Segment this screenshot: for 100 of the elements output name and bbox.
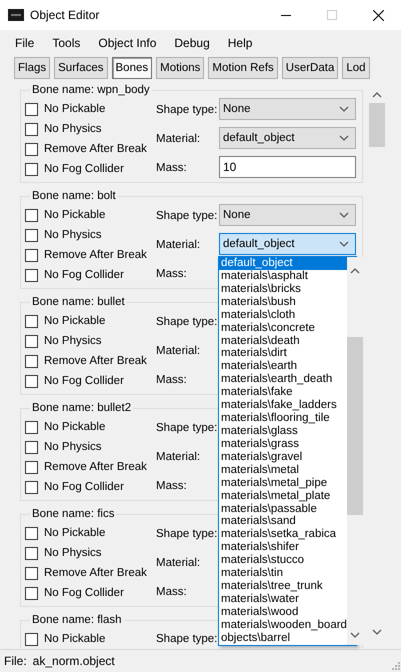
tab[interactable]: Lod: [342, 57, 370, 79]
list-option[interactable]: materials\wood: [219, 606, 347, 619]
chevron-down-icon: [339, 241, 349, 247]
list-option[interactable]: materials\tree_trunk: [219, 580, 347, 593]
tab[interactable]: UserData: [282, 57, 338, 79]
field-label: Shape type:: [156, 210, 218, 222]
list-option[interactable]: materials\cloth: [219, 308, 347, 322]
checkbox[interactable]: [25, 314, 38, 328]
list-option[interactable]: materials\sand: [219, 515, 347, 528]
list-option[interactable]: materials\wooden_board: [219, 618, 347, 632]
list-option[interactable]: materials\fake_ladders: [219, 399, 347, 412]
list-option[interactable]: materials\fake: [219, 386, 347, 400]
checkbox[interactable]: [25, 526, 38, 540]
checkbox[interactable]: [25, 228, 38, 242]
list-option[interactable]: materials\metal: [219, 464, 347, 477]
checkbox[interactable]: [25, 354, 38, 368]
list-option[interactable]: materials\metal_plate: [219, 490, 347, 503]
checkbox[interactable]: [25, 546, 38, 560]
status-value: ak_norm.object: [32, 654, 115, 668]
checkbox[interactable]: [25, 440, 38, 454]
list-option[interactable]: materials\shifer: [219, 541, 347, 554]
menu-item[interactable]: File: [8, 36, 42, 50]
list-option[interactable]: materials\bricks: [219, 282, 347, 296]
list-option[interactable]: materials\bush: [219, 296, 347, 309]
field-label: Shape type:: [156, 633, 218, 645]
tab[interactable]: Motions: [156, 57, 204, 79]
checkbox-label: No Pickable: [44, 633, 106, 645]
checkbox[interactable]: [25, 420, 38, 434]
list-option[interactable]: materials\asphalt: [219, 270, 347, 283]
checkbox[interactable]: [25, 268, 38, 282]
chevron-down-icon: [339, 135, 349, 141]
checkbox-label: No Physics: [44, 547, 102, 559]
scroll-down-icon: [372, 629, 382, 635]
list-option[interactable]: materials\gravel: [219, 450, 347, 464]
checkbox-label: No Pickable: [44, 527, 106, 539]
list-option[interactable]: materials\grass: [219, 438, 347, 451]
checkbox[interactable]: [25, 334, 38, 348]
menu-item[interactable]: Tools: [45, 36, 88, 50]
checkbox-label: No Pickable: [44, 209, 106, 221]
app-icon: [8, 9, 24, 21]
checkbox-label: No Fog Collider: [44, 269, 124, 281]
tab[interactable]: Surfaces: [54, 57, 108, 79]
checkbox[interactable]: [25, 566, 38, 580]
list-option[interactable]: materials\tin: [219, 567, 347, 580]
list-option[interactable]: materials\death: [219, 334, 347, 348]
checkbox-label: No Fog Collider: [44, 481, 124, 493]
list-option[interactable]: materials\dirt: [219, 347, 347, 360]
field-label: Mass:: [156, 374, 188, 386]
list-option[interactable]: default_object: [219, 257, 347, 270]
list-scrollbar[interactable]: [346, 257, 363, 645]
list-option[interactable]: materials\water: [219, 592, 347, 606]
checkbox[interactable]: [25, 102, 38, 116]
checkbox[interactable]: [25, 460, 38, 474]
checkbox[interactable]: [25, 142, 38, 156]
tab[interactable]: Motion Refs: [208, 57, 278, 79]
list-option[interactable]: objects\barrel: [219, 632, 347, 645]
list-option[interactable]: materials\concrete: [219, 322, 347, 335]
checkbox[interactable]: [25, 248, 38, 262]
window-title: Object Editor: [30, 8, 100, 22]
tab[interactable]: Flags: [14, 57, 50, 79]
checkbox[interactable]: [25, 586, 38, 600]
field-label: Shape type:: [156, 422, 218, 434]
checkbox[interactable]: [25, 480, 38, 494]
scroll-down-icon: [350, 632, 360, 638]
field-label: Material:: [156, 132, 202, 144]
checkbox-label: Remove After Break: [44, 567, 147, 579]
scroll-up-icon: [372, 92, 382, 98]
list-option[interactable]: materials\flooring_tile: [219, 412, 347, 425]
menu-item[interactable]: Help: [220, 36, 260, 50]
field-label: Shape type:: [156, 104, 218, 116]
dropdown-field[interactable]: default_object: [219, 233, 356, 255]
checkbox-label: No Fog Collider: [44, 375, 124, 387]
close-icon[interactable]: [372, 10, 384, 20]
field-label: Material:: [156, 556, 202, 568]
menu-item[interactable]: Debug: [167, 36, 217, 50]
dropdown-field[interactable]: None: [219, 204, 356, 226]
checkbox-label: No Physics: [44, 229, 102, 241]
checkbox[interactable]: [25, 208, 38, 222]
list-option[interactable]: materials\earth: [219, 360, 347, 374]
checkbox[interactable]: [25, 632, 38, 646]
field-label: Mass:: [156, 480, 188, 492]
size-grip-icon[interactable]: [392, 662, 400, 670]
checkbox-label: No Pickable: [44, 315, 106, 327]
scroll-thumb[interactable]: [369, 103, 385, 147]
list-option[interactable]: materials\stucco: [219, 554, 347, 568]
input-field[interactable]: 10: [219, 156, 356, 178]
menu-item[interactable]: Object Info: [91, 36, 164, 50]
tab[interactable]: Bones: [112, 57, 152, 79]
list-option[interactable]: materials\metal_pipe: [219, 476, 347, 490]
chevron-down-icon: [339, 212, 349, 218]
dropdown-field[interactable]: default_object: [219, 127, 356, 149]
checkbox[interactable]: [25, 162, 38, 176]
list-option[interactable]: materials\setka_rabica: [219, 528, 347, 542]
checkbox[interactable]: [25, 122, 38, 136]
list-option[interactable]: materials\passable: [219, 502, 347, 516]
scroll-thumb[interactable]: [346, 337, 363, 515]
dropdown-field[interactable]: None: [219, 98, 356, 120]
list-option[interactable]: materials\earth_death: [219, 373, 347, 386]
checkbox[interactable]: [25, 374, 38, 388]
list-option[interactable]: materials\glass: [219, 424, 347, 438]
